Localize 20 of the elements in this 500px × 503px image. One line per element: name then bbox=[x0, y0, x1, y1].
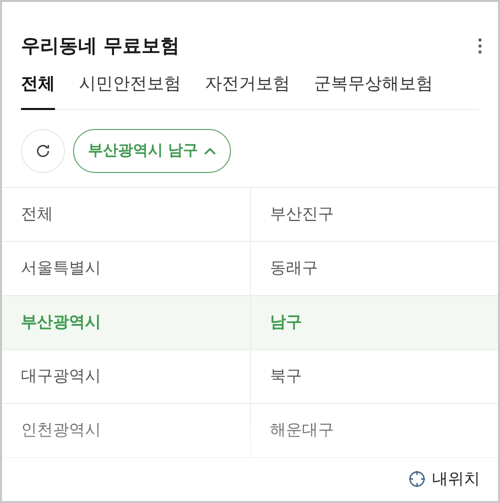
tab[interactable]: 시민안전보험 bbox=[79, 72, 181, 110]
tab[interactable]: 전체 bbox=[21, 72, 55, 110]
region-filter-chip[interactable]: 부산광역시 남구 bbox=[73, 128, 232, 172]
region-option[interactable]: 대구광역시 bbox=[2, 350, 251, 402]
caret-icon bbox=[204, 146, 216, 154]
more-icon[interactable] bbox=[478, 38, 482, 54]
widget-title: 우리동네 무료보험 bbox=[21, 34, 180, 59]
my-location-button[interactable]: 내위치 bbox=[432, 467, 480, 492]
region-option[interactable]: 북구 bbox=[251, 350, 498, 402]
region-option[interactable]: 부산진구 bbox=[251, 188, 498, 240]
region-option[interactable]: 동래구 bbox=[251, 242, 498, 294]
region-option[interactable]: 전체 bbox=[2, 188, 251, 240]
tab[interactable]: 군복무상해보험 bbox=[314, 72, 433, 110]
refresh-icon bbox=[35, 142, 51, 158]
tab[interactable]: 자전거보험 bbox=[205, 72, 290, 110]
location-icon bbox=[408, 470, 426, 488]
region-option[interactable]: 서울특별시 bbox=[2, 242, 251, 294]
region-option[interactable]: 인천광역시 bbox=[2, 404, 251, 456]
refresh-button[interactable] bbox=[21, 128, 65, 172]
region-option[interactable]: 해운대구 bbox=[251, 404, 498, 456]
